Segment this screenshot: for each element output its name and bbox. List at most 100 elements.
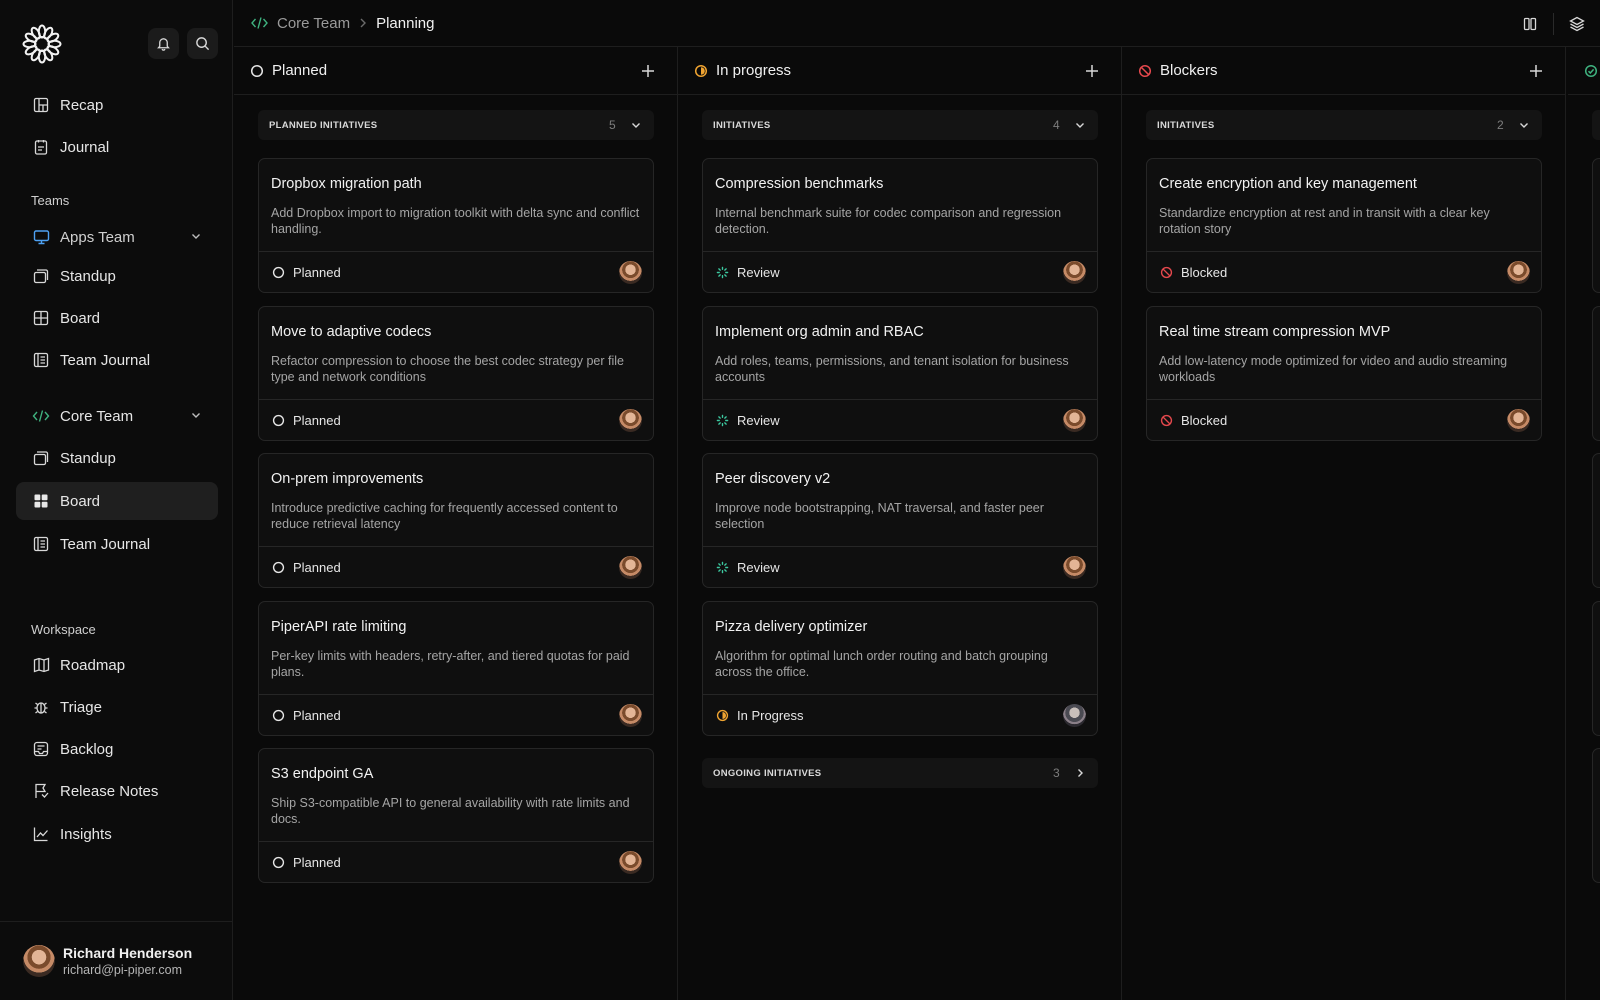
status-label[interactable]: Planned: [293, 413, 341, 428]
sidebar-item-journal[interactable]: Journal: [16, 128, 218, 166]
card-title: Move to adaptive codecs: [271, 324, 432, 340]
breadcrumb-parent[interactable]: Core Team: [277, 15, 350, 32]
sidebar-item-insights[interactable]: Insights: [16, 815, 218, 853]
initiative-card[interactable]: [1592, 748, 1600, 883]
notifications-button[interactable]: [148, 28, 179, 59]
status-label[interactable]: Blocked: [1181, 265, 1227, 280]
initiative-card[interactable]: On-prem improvements Introduce predictiv…: [258, 453, 654, 588]
initiative-card[interactable]: S3 endpoint GA Ship S3-compatible API to…: [258, 748, 654, 883]
initiative-card[interactable]: Dropbox migration path Add Dropbox impor…: [258, 158, 654, 293]
initiative-card[interactable]: [1592, 453, 1600, 588]
group-header[interactable]: INITIATIVES 2: [1146, 110, 1542, 140]
group-header[interactable]: ONGOING INITIATIVES 3: [702, 758, 1098, 788]
initiative-card[interactable]: Implement org admin and RBAC Add roles, …: [702, 306, 1098, 441]
card-title: Real time stream compression MVP: [1159, 324, 1391, 340]
card-title: Peer discovery v2: [715, 471, 831, 487]
plus-icon[interactable]: [1527, 62, 1545, 80]
sidebar-item-core-team-journal[interactable]: Team Journal: [16, 525, 218, 563]
sidebar-item-apps-board[interactable]: Board: [16, 299, 218, 337]
column-title: In progress: [716, 62, 792, 79]
planned-circle-icon: [272, 561, 285, 573]
avatar[interactable]: [619, 556, 642, 579]
status-label[interactable]: Planned: [293, 265, 341, 280]
card-footer: Blocked: [1147, 251, 1541, 292]
avatar[interactable]: [1063, 704, 1086, 727]
chevron-down-icon[interactable]: [190, 230, 202, 242]
card-title: Pizza delivery optimizer: [715, 619, 868, 635]
status-label[interactable]: Planned: [293, 560, 341, 575]
sidebar-item-label: Journal: [60, 138, 110, 156]
sidebar-item-label: Team Journal: [60, 535, 151, 553]
status-label[interactable]: Review: [737, 413, 780, 428]
initiative-card[interactable]: [1592, 601, 1600, 736]
sidebar-item-apps-team-journal[interactable]: Team Journal: [16, 341, 218, 379]
card-description: Algorithm for optimal lunch order routin…: [715, 649, 1048, 679]
initiative-card[interactable]: Pizza delivery optimizer Algorithm for o…: [702, 601, 1098, 736]
chevron-right-icon[interactable]: [1074, 767, 1086, 779]
sidebar-item-recap[interactable]: Recap: [16, 86, 218, 124]
group-header[interactable]: INITIATIVES 4: [702, 110, 1098, 140]
column-in-progress: In progress INITIATIVES 4 Compression be…: [678, 47, 1122, 1000]
sidebar-item-triage[interactable]: Triage: [16, 688, 218, 726]
search-button[interactable]: [187, 28, 218, 59]
chevron-down-icon[interactable]: [1074, 119, 1086, 131]
chart-icon: [32, 825, 50, 843]
initiative-card[interactable]: PiperAPI rate limiting Per-key limits wi…: [258, 601, 654, 736]
sidebar-item-core-standup[interactable]: Standup: [16, 439, 218, 477]
board-filled-icon: [32, 492, 50, 510]
sidebar-team-core[interactable]: Core Team: [16, 397, 218, 435]
initiative-card[interactable]: Peer discovery v2 Improve node bootstrap…: [702, 453, 1098, 588]
avatar[interactable]: [619, 704, 642, 727]
avatar[interactable]: [1507, 261, 1530, 284]
status-label[interactable]: Planned: [293, 708, 341, 723]
team-journal-icon: [32, 351, 50, 369]
avatar[interactable]: [1063, 261, 1086, 284]
avatar[interactable]: [1063, 409, 1086, 432]
avatar[interactable]: [1507, 409, 1530, 432]
plus-icon[interactable]: [1083, 62, 1101, 80]
initiative-card[interactable]: Move to adaptive codecs Refactor compres…: [258, 306, 654, 441]
layers-button[interactable]: [1554, 0, 1600, 47]
status-label[interactable]: Planned: [293, 855, 341, 870]
initiative-card[interactable]: [1592, 306, 1600, 441]
plus-icon[interactable]: [639, 62, 657, 80]
chevron-down-icon[interactable]: [1518, 119, 1530, 131]
sidebar-team-apps[interactable]: Apps Team: [16, 218, 218, 256]
status-label[interactable]: Review: [737, 265, 780, 280]
avatar[interactable]: [619, 261, 642, 284]
search-icon: [196, 37, 210, 51]
blocked-icon: [1138, 64, 1152, 77]
sidebar-item-label: Recap: [60, 96, 104, 114]
flower-logo-icon[interactable]: [22, 24, 62, 64]
columns-view-button[interactable]: [1507, 0, 1553, 47]
status-label[interactable]: In Progress: [737, 708, 803, 723]
in-progress-icon: [694, 64, 708, 77]
group-header[interactable]: [1592, 110, 1600, 140]
sidebar-item-release-notes[interactable]: Release Notes: [16, 772, 218, 810]
initiative-card[interactable]: [1592, 158, 1600, 293]
group-header[interactable]: PLANNED INITIATIVES 5: [258, 110, 654, 140]
status-label[interactable]: Blocked: [1181, 413, 1227, 428]
sidebar-item-backlog[interactable]: Backlog: [16, 730, 218, 768]
sidebar-item-apps-standup[interactable]: Standup: [16, 257, 218, 295]
group-label: PLANNED INITIATIVES: [269, 119, 378, 131]
column-planned: Planned PLANNED INITIATIVES 5 Dropbox mi…: [234, 47, 678, 1000]
initiative-card[interactable]: Real time stream compression MVP Add low…: [1146, 306, 1542, 441]
standup-icon: [32, 267, 50, 285]
initiative-card[interactable]: Create encryption and key management Sta…: [1146, 158, 1542, 293]
column-done-partial: [1568, 47, 1600, 1000]
sidebar-item-roadmap[interactable]: Roadmap: [16, 646, 218, 684]
avatar[interactable]: [619, 851, 642, 874]
sidebar-item-core-board[interactable]: Board: [16, 482, 218, 520]
chevron-down-icon[interactable]: [630, 119, 642, 131]
user-profile[interactable]: Richard Henderson richard@pi-piper.com: [0, 921, 233, 1000]
chevron-down-icon[interactable]: [190, 409, 202, 421]
avatar[interactable]: [1063, 556, 1086, 579]
card-title: Compression benchmarks: [715, 176, 884, 192]
card-title: S3 endpoint GA: [271, 766, 374, 782]
initiative-card[interactable]: Compression benchmarks Internal benchmar…: [702, 158, 1098, 293]
avatar[interactable]: [619, 409, 642, 432]
review-spinner-icon: [716, 414, 729, 426]
status-label[interactable]: Review: [737, 560, 780, 575]
release-flag-icon: [32, 782, 50, 800]
